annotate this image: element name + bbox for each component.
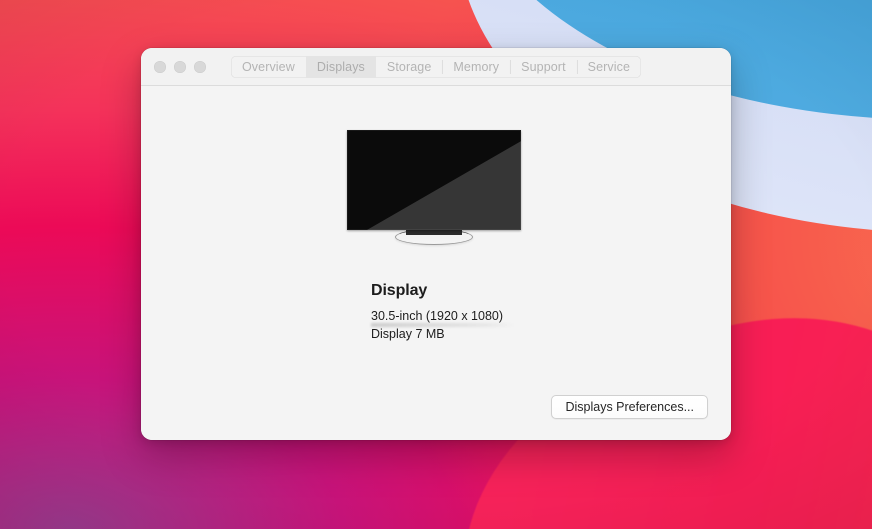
tab-memory-label: Memory [453,60,499,74]
window-content-area: Display 30.5-inch (1920 x 1080) Display … [141,86,731,440]
display-info-block: Display 30.5-inch (1920 x 1080) Display … [371,282,503,343]
display-resolution: 30.5-inch (1920 x 1080) [371,307,503,325]
tab-storage-label: Storage [387,60,431,74]
displays-preferences-button-label: Displays Preferences... [565,400,694,414]
tab-displays[interactable]: Displays [306,56,376,78]
tab-displays-label: Displays [317,60,365,74]
close-button-icon[interactable] [154,61,166,73]
tab-storage[interactable]: Storage [376,56,442,78]
tab-segmented-control: Overview Displays Storage Memory Support… [231,56,641,78]
display-title: Display [371,282,503,300]
tab-service[interactable]: Service [577,56,641,78]
minimize-button-icon[interactable] [174,61,186,73]
display-detail: Display 7 MB [371,325,503,343]
external-display-icon [347,130,521,240]
window-titlebar: Overview Displays Storage Memory Support… [141,48,731,86]
tab-service-label: Service [588,60,630,74]
display-screen [347,130,521,230]
tab-support[interactable]: Support [510,56,576,78]
traffic-light-group [154,61,206,73]
about-this-mac-window: Overview Displays Storage Memory Support… [141,48,731,440]
tab-support-label: Support [521,60,565,74]
desktop-background: Overview Displays Storage Memory Support… [0,0,872,529]
tab-overview[interactable]: Overview [231,56,306,78]
tab-memory[interactable]: Memory [442,56,510,78]
displays-preferences-button[interactable]: Displays Preferences... [551,395,708,419]
zoom-button-icon[interactable] [194,61,206,73]
tab-overview-label: Overview [242,60,295,74]
display-bezel [347,130,521,230]
